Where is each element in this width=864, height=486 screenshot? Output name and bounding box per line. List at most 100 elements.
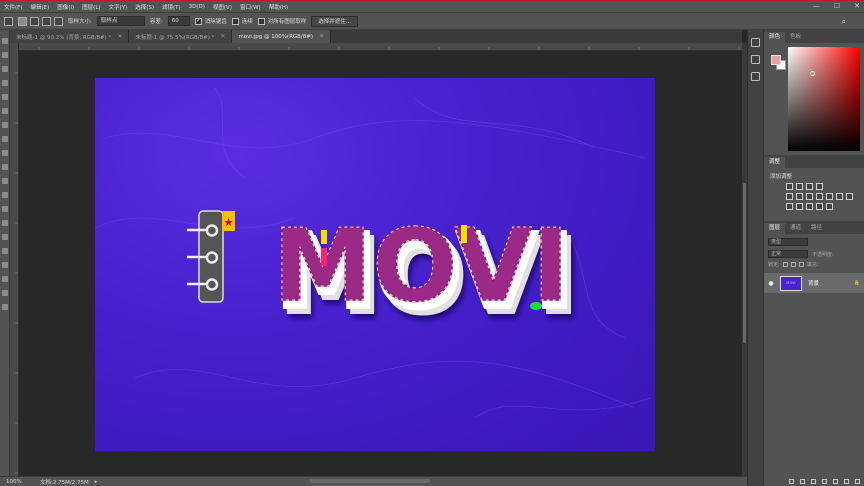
horizontal-scrollbar[interactable] [310,479,430,483]
tool-preset-icon[interactable] [4,16,13,26]
lock-pixels-icon[interactable] [782,262,788,267]
menu-view[interactable]: 视图(V) [213,3,232,11]
close-icon[interactable]: ✕ [117,33,122,40]
close-icon[interactable]: ✕ [319,33,324,40]
crop-tool-icon[interactable] [1,94,8,100]
menu-filter[interactable]: 滤镜(T) [162,3,181,11]
hue-saturation-icon[interactable] [796,193,803,200]
zoom-tool-icon[interactable] [1,304,8,310]
path-select-tool-icon[interactable] [1,262,8,268]
menu-help[interactable]: 帮助(H) [269,3,288,11]
foreground-color-swatch[interactable] [771,55,781,65]
close-button[interactable]: ✕ [854,2,860,10]
info-icon[interactable] [751,72,760,81]
document-canvas[interactable]: ★ MOVI MOVI MOVI MOVI [95,78,655,451]
blend-mode-select[interactable]: 正常 [768,250,808,258]
add-mask-icon[interactable] [811,478,816,484]
move-tool-icon[interactable] [1,38,8,44]
layer-kind-select[interactable]: 类型 [768,238,808,246]
gradient-map-icon[interactable] [816,203,823,210]
menu-image[interactable]: 图像(I) [57,3,74,11]
contiguous-checkbox[interactable] [231,17,239,25]
layer-style-icon[interactable] [800,478,805,484]
eraser-tool-icon[interactable] [1,178,8,184]
zoom-level[interactable]: 100% [0,479,30,485]
threshold-icon[interactable] [806,203,813,210]
minimize-button[interactable]: — [813,2,820,10]
photo-filter-icon[interactable] [826,193,833,200]
menu-layer[interactable]: 图层(L) [82,3,100,11]
color-balance-icon[interactable] [806,193,813,200]
type-tool-icon[interactable] [1,248,8,254]
tab-swatches[interactable]: 色板 [785,32,806,43]
brightness-icon[interactable] [786,183,793,190]
color-picker-cursor[interactable] [810,71,815,76]
vibrance-icon[interactable] [786,193,793,200]
tab-untitled-1[interactable]: 未标题-1 @ 90.2% (背景, RGB/8#) * ✕ [10,30,130,43]
status-menu-arrow[interactable]: ▸ [95,479,98,485]
history-icon[interactable] [751,38,760,47]
new-group-icon[interactable] [833,478,838,484]
color-picker-field[interactable] [788,47,860,151]
delete-layer-icon[interactable] [855,478,860,484]
tab-untitled-1-second[interactable]: 未标题-1 @ 75.5%(RGB/8#) * ✕ [129,30,233,43]
menu-window[interactable]: 窗口(W) [240,3,261,11]
levels-icon[interactable] [796,183,803,190]
tab-layers[interactable]: 图层 [764,223,786,234]
menu-select[interactable]: 选择(S) [135,3,154,11]
channel-mixer-icon[interactable] [836,193,843,200]
selective-color-icon[interactable] [826,203,833,210]
sample-size-select[interactable]: 取样点 [96,16,145,26]
new-layer-icon[interactable] [844,478,849,484]
tab-color[interactable]: 颜色 [764,32,786,43]
blur-tool-icon[interactable] [1,206,8,212]
menu-edit[interactable]: 编辑(E) [30,3,49,11]
menu-3d[interactable]: 3D(D) [189,4,205,10]
menu-file[interactable]: 文件(F) [4,3,22,11]
invert-icon[interactable] [786,203,793,210]
stamp-tool-icon[interactable] [1,150,8,156]
maximize-button[interactable]: ☐ [834,2,840,10]
tab-movi-jpg[interactable]: movi.jpg @ 100%(RGB/8#) ✕ [232,30,332,43]
scroll-thumb[interactable] [743,183,746,343]
marquee-tool-icon[interactable] [1,52,8,58]
curves-icon[interactable] [806,183,813,190]
sample-all-checkbox[interactable] [257,17,265,25]
tolerance-input[interactable]: 60 [167,16,190,26]
posterize-icon[interactable] [796,203,803,210]
exposure-icon[interactable] [816,183,823,190]
tab-adjustments[interactable]: 调整 [764,157,786,168]
properties-icon[interactable] [751,55,760,64]
pen-tool-icon[interactable] [1,234,8,240]
magic-wand-tool-icon[interactable] [1,80,8,86]
color-lookup-icon[interactable] [846,193,853,200]
eyedropper-tool-icon[interactable] [1,108,8,114]
close-icon[interactable]: ✕ [220,33,225,40]
history-brush-tool-icon[interactable] [1,164,8,170]
anti-alias-checkbox[interactable]: ✓ [194,17,202,25]
vertical-ruler[interactable] [10,43,19,476]
intersect-selection-icon[interactable] [54,16,63,26]
lasso-tool-icon[interactable] [1,66,8,72]
new-selection-icon[interactable] [18,16,27,26]
lock-position-icon[interactable] [790,262,796,267]
menu-type[interactable]: 文字(Y) [109,3,128,11]
gradient-tool-icon[interactable] [1,192,8,198]
select-and-mask-button[interactable]: 选择并遮住... [311,15,359,27]
document-workspace[interactable]: ★ MOVI MOVI MOVI MOVI [19,51,742,476]
search-icon[interactable]: ⌕ [842,17,846,27]
subtract-selection-icon[interactable] [42,16,51,26]
hand-tool-icon[interactable] [1,290,8,296]
lock-all-icon[interactable] [798,262,804,267]
layer-row-background[interactable]: ● MOVI 背景 🔒 [764,273,864,293]
black-white-icon[interactable] [816,193,823,200]
link-layers-icon[interactable] [789,478,794,484]
dodge-tool-icon[interactable] [1,220,8,226]
brush-tool-icon[interactable] [1,136,8,142]
tab-channels[interactable]: 通道 [785,223,806,234]
eye-icon[interactable]: ● [766,280,776,287]
horizontal-ruler[interactable] [19,43,742,51]
add-selection-icon[interactable] [30,16,39,26]
healing-tool-icon[interactable] [1,122,8,128]
shape-tool-icon[interactable] [1,276,8,282]
